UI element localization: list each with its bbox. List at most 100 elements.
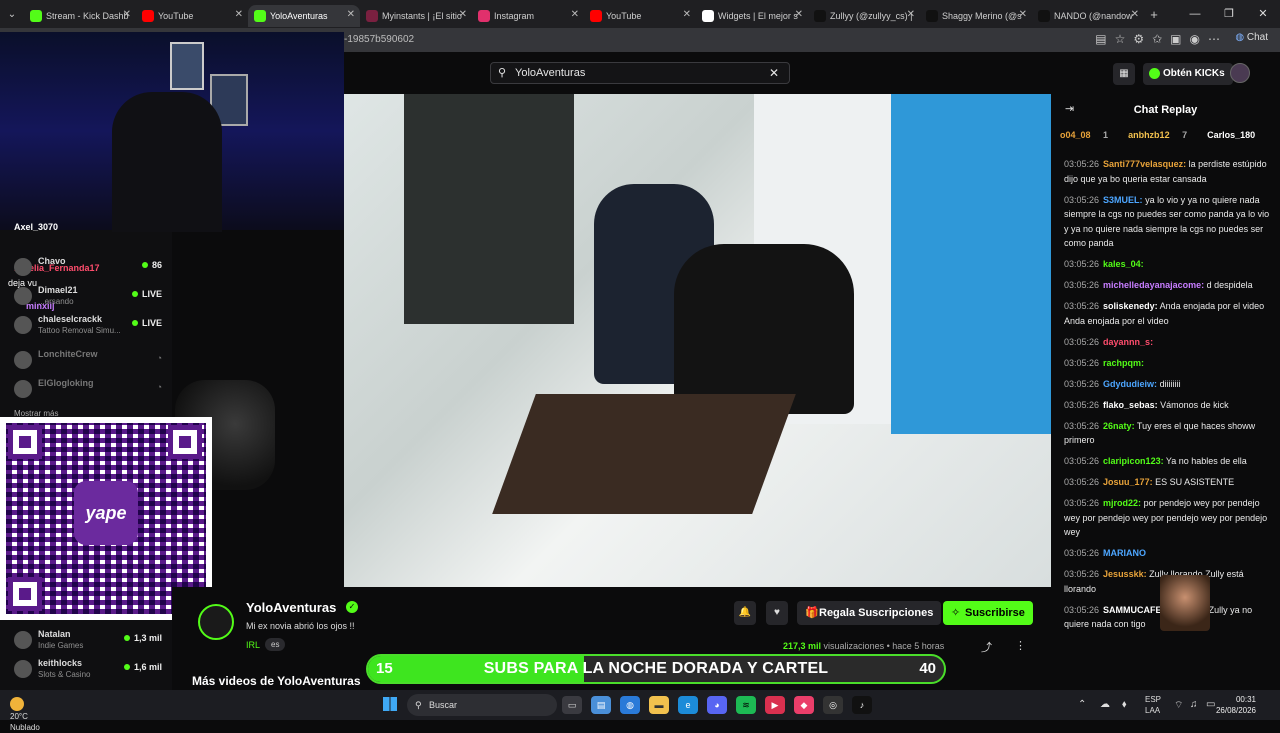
input-language[interactable]: ESP LAA: [1145, 694, 1161, 716]
close-tab-icon[interactable]: ✕: [347, 9, 355, 20]
maximize-icon[interactable]: ❐: [1212, 0, 1246, 28]
user-avatar[interactable]: [1230, 63, 1250, 83]
share-icon[interactable]: ⤴: [981, 639, 992, 655]
chat-username[interactable]: mjrod22:: [1103, 498, 1141, 508]
obs-icon[interactable]: ◎: [823, 696, 843, 714]
more-menu-icon[interactable]: ⋯: [1208, 32, 1220, 46]
new-tab-button[interactable]: +: [1144, 7, 1164, 22]
edge-icon[interactable]: e: [678, 696, 698, 714]
browser-tab[interactable]: Stream - Kick Dashb ✕: [24, 5, 136, 27]
chat-username[interactable]: michelledayanajacome:: [1103, 280, 1204, 290]
browser-toolbar-icons: ▤ ☆ ⚙ ✩ ▣ ◉ ⋯: [1095, 32, 1220, 46]
tiktok-icon[interactable]: ♪: [852, 696, 872, 714]
tray-chevron-icon[interactable]: ⌃: [1078, 699, 1086, 710]
copilot-chat-button[interactable]: ◍ Chat: [1235, 32, 1268, 43]
sidebar-item-keithlocks[interactable]: keithlocks Slots & Casino 1,6 mil: [14, 658, 170, 682]
copilot-app-icon[interactable]: ◍: [620, 696, 640, 714]
browser-tab[interactable]: Shaggy Merino (@s ✕: [920, 5, 1032, 27]
taskbar-clock[interactable]: 00:31 26/08/2026: [1216, 694, 1256, 716]
wifi-icon[interactable]: ⌔: [1174, 699, 1183, 712]
close-tab-icon[interactable]: ✕: [683, 9, 691, 20]
video-player[interactable]: [344, 94, 1051, 587]
notification-bell-icon[interactable]: 🔔: [734, 601, 756, 625]
close-tab-icon[interactable]: ✕: [235, 9, 243, 20]
close-tab-icon[interactable]: ✕: [795, 9, 803, 20]
browser-tab[interactable]: Widgets | El mejor s ✕: [696, 5, 808, 27]
chat-username[interactable]: Jesusskk:: [1103, 569, 1147, 579]
volume-icon[interactable]: ♫: [1190, 699, 1198, 710]
channel-name[interactable]: YoloAventuras: [246, 600, 336, 615]
battery-icon[interactable]: ▭: [1206, 699, 1215, 710]
chat-username[interactable]: Gdydudieiw:: [1103, 379, 1157, 389]
gift-subs-button[interactable]: 🎁 Regala Suscripciones: [797, 601, 942, 625]
extensions-icon[interactable]: ⚙: [1133, 32, 1144, 46]
file-icon[interactable]: ▤: [591, 696, 611, 714]
discord-icon[interactable]: ◕: [707, 696, 727, 714]
chat-username[interactable]: 26naty:: [1103, 421, 1135, 431]
chat-username[interactable]: flako_sebas:: [1103, 400, 1158, 410]
sidebar-item-lonchitecrew[interactable]: LonchiteCrew ◔: [14, 349, 170, 373]
search-input[interactable]: ⚲ YoloAventuras ✕: [490, 62, 790, 84]
app-icon[interactable]: ▶: [765, 696, 785, 714]
language-tag[interactable]: es: [265, 638, 286, 651]
category-link[interactable]: IRL: [246, 640, 260, 650]
follow-heart-icon[interactable]: ♥: [766, 601, 788, 625]
close-tab-icon[interactable]: ✕: [1131, 9, 1139, 20]
browser-tab[interactable]: YouTube ✕: [584, 5, 696, 27]
chat-username[interactable]: MARIANO: [1103, 548, 1146, 558]
sidebar-item-chavo[interactable]: Chavo 86: [14, 256, 170, 280]
browser-tab[interactable]: NANDO (@nandow ✕: [1032, 5, 1144, 27]
channel-avatar[interactable]: [198, 604, 234, 640]
reader-icon[interactable]: ▤: [1095, 32, 1106, 46]
close-tab-icon[interactable]: ✕: [1019, 9, 1027, 20]
close-tab-icon[interactable]: ✕: [459, 9, 467, 20]
sidebar-item-natalan[interactable]: Natalan Indie Games 1,3 mil: [14, 629, 170, 653]
chat-username[interactable]: rachpqm:: [1103, 358, 1144, 368]
file-explorer-icon[interactable]: ▬: [649, 696, 669, 714]
browser-tab[interactable]: YoloAventuras ✕: [248, 5, 360, 27]
gifter-badge[interactable]: anbhzb12 7: [1128, 130, 1197, 140]
favorites-icon[interactable]: ✩: [1152, 32, 1162, 46]
minimize-icon[interactable]: —: [1178, 0, 1212, 28]
clear-search-icon[interactable]: ✕: [769, 63, 779, 83]
subscribe-button[interactable]: ✧ Suscribirse: [943, 601, 1033, 625]
close-tab-icon[interactable]: ✕: [571, 9, 579, 20]
layout-toggle-icon[interactable]: ▦: [1113, 63, 1135, 85]
sidebar-item-dimael21[interactable]: Dimael21 ...ersando LIVE: [14, 285, 170, 309]
close-tab-icon[interactable]: ✕: [907, 9, 915, 20]
profile-icon[interactable]: ◉: [1190, 32, 1200, 46]
chat-username[interactable]: claripicon123:: [1103, 456, 1164, 466]
more-options-icon[interactable]: ⋮: [1015, 639, 1026, 652]
tray-app-icon[interactable]: ⬧: [1122, 699, 1127, 710]
sidebar-item-elglogloking[interactable]: ElGlogloking ◔: [14, 378, 170, 402]
spotify-icon[interactable]: ≋: [736, 696, 756, 714]
close-window-icon[interactable]: ✕: [1246, 0, 1280, 28]
taskbar-search[interactable]: ⚲ Buscar: [407, 694, 557, 716]
get-kicks-button[interactable]: Obtén KICKs: [1143, 63, 1233, 85]
weather-widget[interactable]: 20°C Nublado: [10, 693, 40, 733]
browser-tab[interactable]: YouTube ✕: [136, 5, 248, 27]
collections-icon[interactable]: ▣: [1170, 32, 1181, 46]
chat-username[interactable]: soliskenedy:: [1103, 301, 1158, 311]
sidebar-item-chaleselcrackk[interactable]: chaleselcrackk Tattoo Removal Simu... LI…: [14, 314, 170, 338]
gifter-badge[interactable]: Carlos_180: [1207, 130, 1275, 140]
app-icon[interactable]: ◆: [794, 696, 814, 714]
windows-start-icon[interactable]: [383, 697, 397, 711]
chat-username[interactable]: Santi777velasquez:: [1103, 159, 1186, 169]
chat-username[interactable]: SAMMUCAFE:: [1103, 605, 1165, 615]
chat-username[interactable]: S3MUEL:: [1103, 195, 1143, 205]
tray-app-icon[interactable]: ☁: [1100, 699, 1110, 710]
chat-username[interactable]: kales_04:: [1103, 259, 1144, 269]
browser-tab[interactable]: Zullyy (@zullyy_cs) | ✕: [808, 5, 920, 27]
gifter-badge[interactable]: o04_08 1: [1060, 130, 1118, 140]
chat-username[interactable]: dayannn_s:: [1103, 337, 1153, 347]
task-view-icon[interactable]: ▭: [562, 696, 582, 714]
close-tab-icon[interactable]: ✕: [123, 9, 131, 20]
url-text[interactable]: -19857b590602: [344, 34, 414, 45]
browser-tab[interactable]: Instagram ✕: [472, 5, 584, 27]
tab-search-icon[interactable]: ⌄: [0, 9, 24, 20]
browser-tab[interactable]: Myinstants | ¡El sitio ✕: [360, 5, 472, 27]
bookmark-star-icon[interactable]: ☆: [1115, 32, 1126, 46]
tab-favicon-icon: [142, 10, 154, 22]
chat-username[interactable]: Josuu_177:: [1103, 477, 1153, 487]
